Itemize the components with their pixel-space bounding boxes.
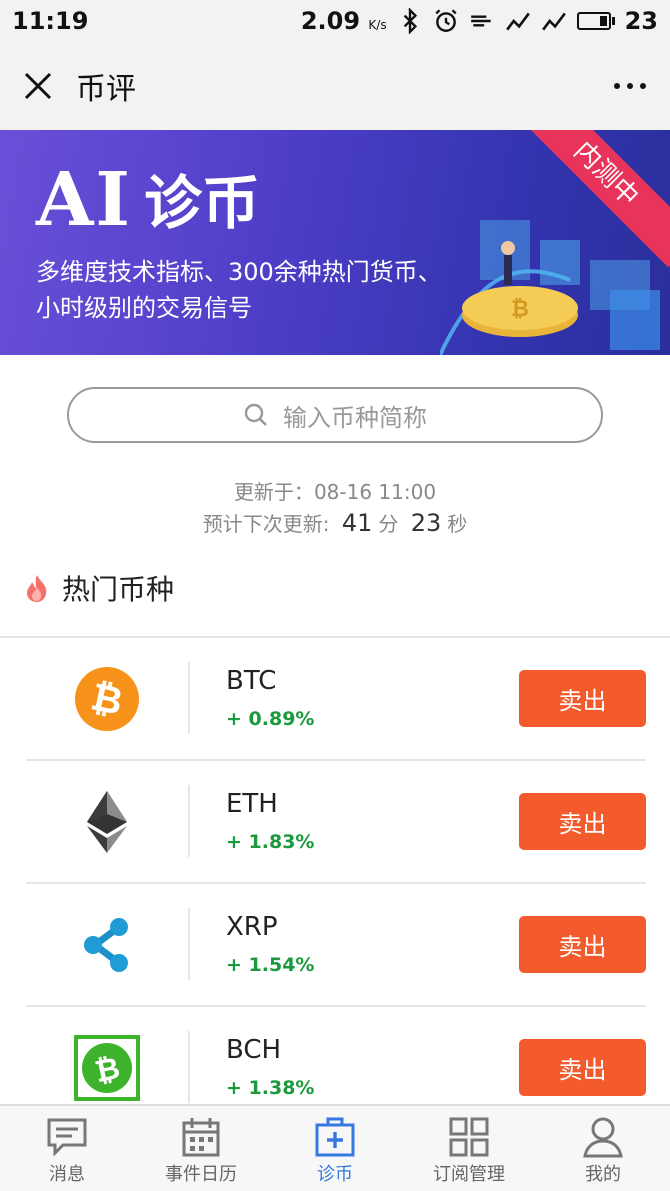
coin-change: + 1.54% <box>226 954 315 976</box>
network-speed-unit: K/s <box>368 18 387 32</box>
banner-subtitle: 多维度技术指标、300余种热门货币、 <box>36 258 442 286</box>
bottom-tab-bar: 消息 事件日历 诊币 订阅管理 我的 <box>0 1104 670 1191</box>
more-dot <box>640 83 646 89</box>
coin-symbol: XRP <box>226 912 278 942</box>
tab-label: 诊币 <box>317 1164 353 1185</box>
svg-text:₿: ₿ <box>511 297 529 322</box>
tab-label: 订阅管理 <box>433 1164 505 1185</box>
ripple-icon <box>62 910 152 980</box>
network-speed: 2.09 K/s <box>301 7 387 35</box>
more-dot <box>614 83 620 89</box>
bitcoin-cash-icon: ₿ <box>62 1033 152 1103</box>
next-update-countdown: 预计下次更新: 41 分 23 秒 <box>0 508 670 537</box>
seconds-unit: 秒 <box>447 512 468 536</box>
tab-profile[interactable]: 我的 <box>536 1106 670 1191</box>
sell-button[interactable]: 卖出 <box>519 916 646 973</box>
update-time-value: 08-16 11:00 <box>313 480 437 504</box>
tab-messages[interactable]: 消息 <box>0 1106 134 1191</box>
signal-4g-icon <box>541 12 566 31</box>
more-dot <box>627 83 633 89</box>
banner-illustration: ₿ <box>440 220 660 355</box>
banner-title: AI 诊币 <box>36 160 260 240</box>
grid-icon <box>449 1117 489 1157</box>
alarm-icon <box>435 9 457 32</box>
bitcoin-icon: ₿ <box>62 664 152 734</box>
close-button[interactable] <box>0 42 76 130</box>
coin-row-eth[interactable]: ETH + 1.83% 卖出 <box>0 761 670 884</box>
coin-change: + 1.38% <box>226 1077 315 1099</box>
sell-button[interactable]: 卖出 <box>519 793 646 850</box>
network-speed-value: 2.09 <box>300 7 361 35</box>
update-label: 更新于： <box>233 480 314 504</box>
fire-icon <box>27 575 47 602</box>
search-input[interactable]: 输入币种简称 <box>67 387 603 443</box>
ethereum-icon <box>62 787 152 857</box>
coin-change: + 0.89% <box>226 708 315 730</box>
search-placeholder: 输入币种简称 <box>283 403 427 432</box>
status-icons: 2.09 K/s 23 <box>301 7 658 35</box>
coin-symbol: ETH <box>226 789 278 819</box>
close-icon <box>24 72 52 100</box>
divider <box>188 662 190 734</box>
calendar-icon <box>182 1118 220 1157</box>
banner-title-zh: 诊币 <box>144 169 261 237</box>
tab-event-calendar[interactable]: 事件日历 <box>134 1106 268 1191</box>
tab-label: 我的 <box>585 1164 621 1185</box>
hotspot-icon <box>470 15 491 27</box>
user-icon <box>583 1117 623 1158</box>
message-icon <box>47 1118 87 1157</box>
bluetooth-icon <box>403 8 417 34</box>
status-time: 11:19 <box>12 7 89 35</box>
divider <box>188 908 190 980</box>
tab-label: 消息 <box>49 1164 85 1185</box>
countdown-minutes: 41 <box>341 509 373 537</box>
signal-3g-icon <box>505 12 530 31</box>
next-update-label: 预计下次更新: <box>202 512 330 536</box>
nav-bar: 币评 <box>0 42 670 130</box>
hot-coins-header: 热门币种 <box>24 568 174 608</box>
search-icon <box>244 403 267 426</box>
coin-symbol: BTC <box>226 666 277 696</box>
medical-kit-icon <box>315 1117 355 1157</box>
countdown-seconds: 23 <box>410 509 442 537</box>
divider <box>188 785 190 857</box>
coin-list: ₿ BTC + 0.89% 卖出 ETH + 1.83% 卖出 XRP + 1.… <box>0 638 670 1130</box>
banner-subtitle: 小时级别的交易信号 <box>36 294 252 322</box>
coin-row-xrp[interactable]: XRP + 1.54% 卖出 <box>0 884 670 1007</box>
divider <box>188 1031 190 1103</box>
minutes-unit: 分 <box>378 512 399 536</box>
coin-row-btc[interactable]: ₿ BTC + 0.89% 卖出 <box>0 638 670 761</box>
tab-diagnose-coin[interactable]: 诊币 <box>268 1106 402 1191</box>
sell-button[interactable]: 卖出 <box>519 1039 646 1096</box>
sell-button[interactable]: 卖出 <box>519 670 646 727</box>
battery-icon <box>576 12 615 30</box>
battery-percent: 23 <box>624 7 658 35</box>
hot-coins-title: 热门币种 <box>62 573 175 606</box>
more-button[interactable] <box>590 42 670 130</box>
tab-label: 事件日历 <box>165 1164 237 1185</box>
tab-subscriptions[interactable]: 订阅管理 <box>402 1106 536 1191</box>
status-bar: 11:19 2.09 K/s 23 <box>0 0 670 42</box>
coin-change: + 1.83% <box>226 831 315 853</box>
page-title: 币评 <box>76 72 136 107</box>
coin-symbol: BCH <box>226 1035 282 1065</box>
update-time: 更新于：08-16 11:00 <box>0 476 670 505</box>
promo-banner[interactable]: AI 诊币 多维度技术指标、300余种热门货币、 小时级别的交易信号 ₿ 内测中 <box>0 130 670 355</box>
banner-title-latin: AI <box>36 157 133 243</box>
